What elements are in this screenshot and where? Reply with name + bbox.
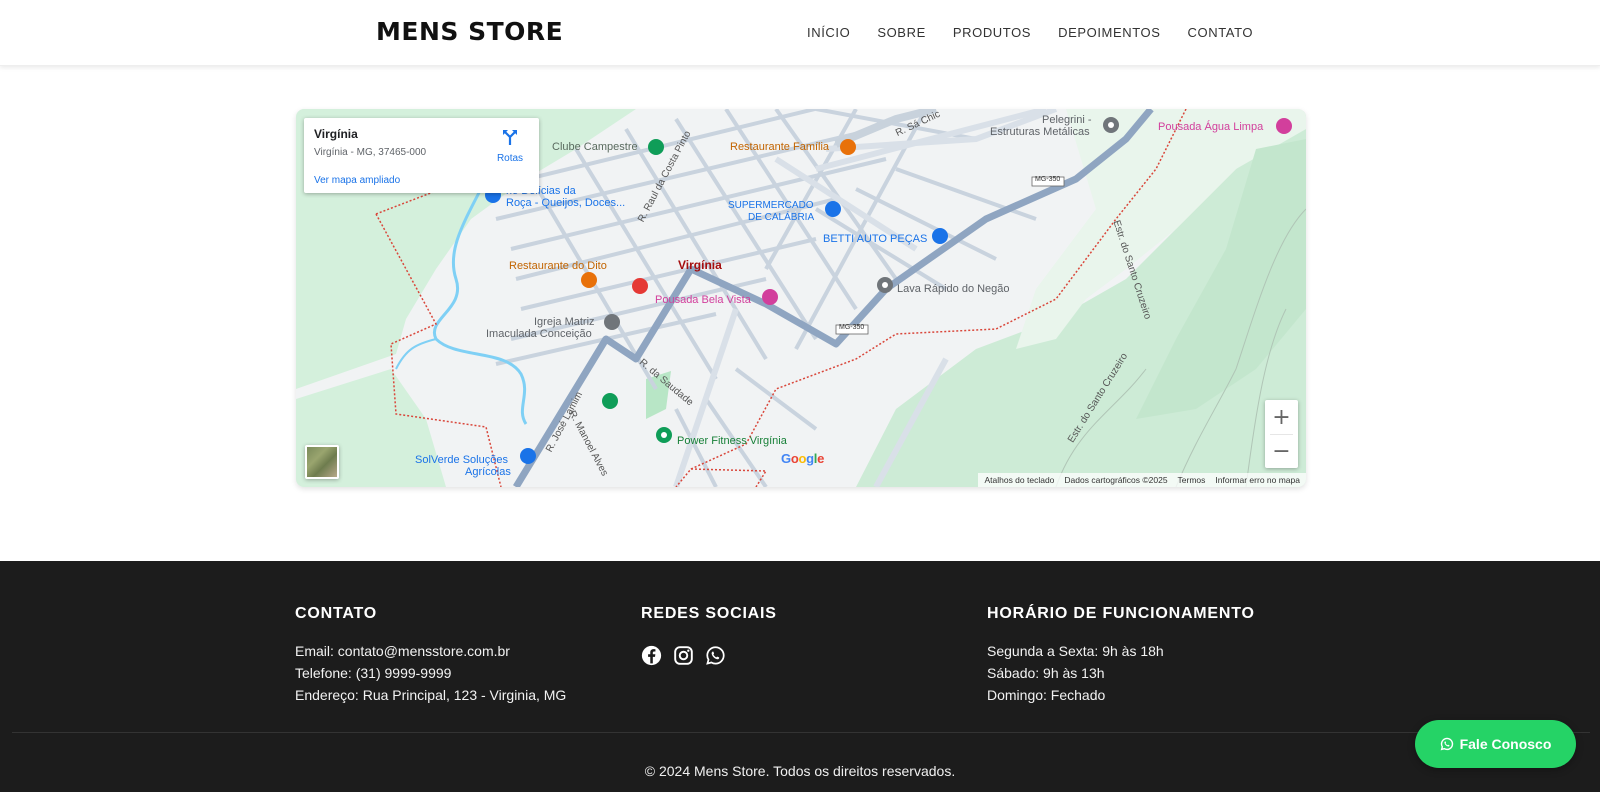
whatsapp-icon [1440, 737, 1453, 751]
label-r-manoel: R. Manoel Alves [566, 409, 610, 478]
site-header: MENS STORE INÍCIO SOBRE PRODUTOS DEPOIME… [0, 0, 1600, 66]
redes-title: REDES SOCIAIS [641, 605, 777, 622]
label-igreja-1[interactable]: Igreja Matriz [534, 316, 595, 328]
directions-button[interactable]: Rotas [490, 128, 530, 164]
place-title: Virgínia [314, 127, 358, 141]
nav-depoimentos[interactable]: DEPOIMENTOS [1058, 25, 1160, 40]
zoom-controls: + − [1265, 400, 1298, 468]
site-logo[interactable]: MENS STORE [376, 17, 563, 46]
zoom-out-button[interactable]: − [1265, 434, 1298, 468]
label-pelegrini-2[interactable]: Estruturas Metálicas [990, 126, 1090, 138]
nav-inicio[interactable]: INÍCIO [807, 25, 850, 40]
keyboard-shortcuts-link[interactable]: Atalhos do teclado [984, 475, 1054, 485]
contato-title: CONTATO [295, 605, 378, 622]
label-supermercado-1[interactable]: SUPERMERCADO [728, 200, 814, 211]
label-pousada-bela[interactable]: Pousada Bela Vista [655, 294, 751, 306]
label-clube[interactable]: Clube Campestre [552, 141, 638, 153]
view-larger-map-link[interactable]: Ver mapa ampliado [314, 175, 400, 186]
instagram-icon[interactable] [673, 645, 694, 666]
label-mg350-b: MG-350 [839, 324, 865, 331]
nav-sobre[interactable]: SOBRE [877, 25, 926, 40]
site-footer: CONTATO Email: contato@mensstore.com.br … [0, 561, 1600, 792]
google-logo: Google [781, 451, 825, 466]
label-lava-rapido[interactable]: Lava Rápido do Negão [897, 283, 1010, 295]
horario-domingo: Domingo: Fechado [987, 687, 1106, 703]
nav-contato[interactable]: CONTATO [1188, 25, 1254, 40]
map-attribution: Atalhos do teclado Dados cartográficos ©… [978, 473, 1306, 487]
map-info-card: Virgínia Virgínia - MG, 37465-000 Ver ma… [304, 118, 539, 193]
label-restaurante-familia[interactable]: Restaurante Família [730, 141, 829, 153]
label-power[interactable]: Power Fitness Virgínia [677, 435, 787, 447]
horario-title: HORÁRIO DE FUNCIONAMENTO [987, 605, 1255, 622]
label-betti[interactable]: BETTI AUTO PEÇAS [823, 233, 927, 245]
label-delicias-2[interactable]: Roça - Queijos, Doces... [506, 197, 625, 209]
label-restaurante-dito[interactable]: Restaurante do Dito [509, 260, 607, 272]
label-r-saudade: R. da Saudade [636, 357, 696, 409]
horario-semana: Segunda a Sexta: 9h às 18h [987, 643, 1164, 659]
zoom-divider [1270, 434, 1293, 435]
label-estr-santo-1: Estr. do Santo Cruzeiro [1110, 219, 1153, 321]
fale-conosco-button[interactable]: Fale Conosco [1415, 720, 1576, 768]
facebook-icon[interactable] [641, 645, 662, 666]
main-nav: INÍCIO SOBRE PRODUTOS DEPOIMENTOS CONTAT… [807, 25, 1280, 40]
label-mg350-a: MG-350 [1035, 176, 1061, 183]
report-error-link[interactable]: Informar erro no mapa [1215, 475, 1300, 485]
label-estr-santo-2: Estr. do Santo Cruzeiro [1066, 351, 1131, 445]
directions-label: Rotas [496, 153, 524, 164]
social-links [641, 645, 726, 666]
contato-endereco: Endereço: Rua Principal, 123 - Virginia,… [295, 687, 567, 703]
horario-sabado: Sábado: 9h às 13h [987, 665, 1105, 681]
label-town: Virgínia [678, 258, 722, 272]
label-solverde-2[interactable]: Agrícolas [465, 466, 511, 478]
fale-conosco-label: Fale Conosco [1459, 736, 1552, 752]
directions-icon [503, 130, 517, 145]
label-r-raul: R. Raul da Costa Pinto [636, 129, 694, 225]
place-address: Virgínia - MG, 37465-000 [314, 147, 427, 158]
label-pousada-agua[interactable]: Pousada Água Limpa [1158, 121, 1263, 133]
map-data-label: Dados cartográficos ©2025 [1064, 475, 1168, 485]
label-r-sa: R. Sá Chic [894, 109, 942, 139]
contato-email: Email: contato@mensstore.com.br [295, 643, 510, 659]
copyright-text: © 2024 Mens Store. Todos os direitos res… [644, 763, 956, 779]
label-igreja-2[interactable]: Imaculada Conceição [486, 328, 592, 340]
terms-link[interactable]: Termos [1178, 475, 1206, 485]
zoom-in-button[interactable]: + [1265, 400, 1298, 434]
nav-produtos[interactable]: PRODUTOS [953, 25, 1031, 40]
label-pelegrini-1[interactable]: Pelegrini - [1042, 114, 1092, 126]
label-solverde-1[interactable]: SolVerde Soluções [415, 454, 508, 466]
footer-divider [12, 732, 1590, 733]
contato-telefone: Telefone: (31) 9999-9999 [295, 665, 452, 681]
label-supermercado-2[interactable]: DE CALÁBRIA [748, 212, 814, 223]
whatsapp-icon[interactable] [705, 645, 726, 666]
satellite-toggle[interactable] [305, 445, 339, 479]
embedded-map[interactable]: Virgínia Clube Campestre Restaurante Fam… [296, 109, 1306, 487]
